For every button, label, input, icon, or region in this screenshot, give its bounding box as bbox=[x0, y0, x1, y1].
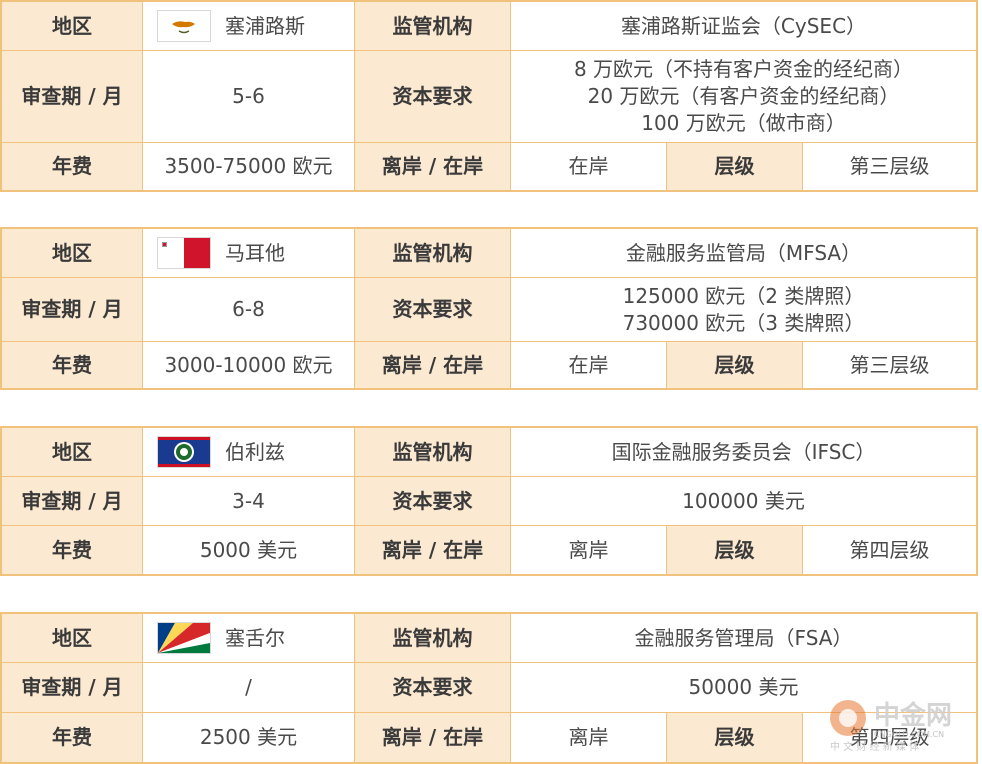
offshore-onshore-value: 离岸 bbox=[510, 526, 666, 574]
tier-label: 层级 bbox=[666, 526, 802, 574]
capital-label: 资本要求 bbox=[354, 477, 510, 525]
annual-fee-label: 年费 bbox=[2, 526, 142, 574]
cyprus-flag-icon bbox=[157, 10, 211, 42]
tier-label: 层级 bbox=[666, 143, 802, 190]
regulator-label: 监管机构 bbox=[354, 428, 510, 476]
capital-value: 100000 美元 bbox=[510, 477, 976, 525]
tier-value: 第四层级 bbox=[802, 526, 976, 574]
review-period-value: 3-4 bbox=[142, 477, 354, 525]
region-value: 马耳他 bbox=[142, 229, 354, 277]
annual-fee-label: 年费 bbox=[2, 713, 142, 762]
capital-label: 资本要求 bbox=[354, 278, 510, 341]
svg-text:CNGOLD.COM.CN: CNGOLD.COM.CN bbox=[874, 730, 944, 739]
regulator-value: 国际金融服务委员会（IFSC） bbox=[510, 428, 976, 476]
annual-fee-value: 5000 美元 bbox=[142, 526, 354, 574]
svg-text:中 文 财 经 新 媒 体: 中 文 财 经 新 媒 体 bbox=[830, 740, 919, 753]
capital-label: 资本要求 bbox=[354, 663, 510, 712]
region-label: 地区 bbox=[2, 614, 142, 662]
offshore-onshore-value: 离岸 bbox=[510, 713, 666, 762]
offshore-onshore-label: 离岸 / 在岸 bbox=[354, 526, 510, 574]
jurisdiction-table-belize: 地区 伯利兹 监管机构 国际金融服务委员会（IFSC） 审查期 / 月 3-4 … bbox=[0, 426, 978, 576]
region-label: 地区 bbox=[2, 2, 142, 50]
table-row-review: 审查期 / 月 5-6 资本要求 8 万欧元（不持有客户资金的经纪商） 20 万… bbox=[2, 50, 976, 142]
belize-flag-icon bbox=[157, 436, 211, 468]
annual-fee-label: 年费 bbox=[2, 143, 142, 190]
region-name: 伯利兹 bbox=[225, 439, 285, 464]
review-period-value: 5-6 bbox=[142, 51, 354, 142]
region-name: 塞舌尔 bbox=[225, 625, 285, 650]
tier-label: 层级 bbox=[666, 713, 802, 762]
table-row-fee: 年费 3500-75000 欧元 离岸 / 在岸 在岸 层级 第三层级 bbox=[2, 142, 976, 190]
tier-value: 第三层级 bbox=[802, 143, 976, 190]
offshore-onshore-label: 离岸 / 在岸 bbox=[354, 342, 510, 388]
capital-label: 资本要求 bbox=[354, 51, 510, 142]
table-row-review: 审查期 / 月 3-4 资本要求 100000 美元 bbox=[2, 476, 976, 525]
regulator-value: 金融服务监管局（MFSA） bbox=[510, 229, 976, 277]
table-row-region: 地区 马耳他 监管机构 金融服务监管局（MFSA） bbox=[2, 229, 976, 277]
offshore-onshore-value: 在岸 bbox=[510, 342, 666, 388]
review-period-value: / bbox=[142, 663, 354, 712]
jurisdiction-table-malta: 地区 马耳他 监管机构 金融服务监管局（MFSA） 审查期 / 月 6-8 资本… bbox=[0, 227, 978, 390]
svg-text:中金网: 中金网 bbox=[874, 700, 952, 731]
table-row-region: 地区 伯利兹 监管机构 国际金融服务委员会（IFSC） bbox=[2, 428, 976, 476]
capital-line: 100 万欧元（做市商） bbox=[641, 111, 846, 135]
review-period-label: 审查期 / 月 bbox=[2, 51, 142, 142]
regulator-label: 监管机构 bbox=[354, 229, 510, 277]
offshore-onshore-label: 离岸 / 在岸 bbox=[354, 143, 510, 190]
capital-line: 125000 欧元（2 类牌照） bbox=[622, 283, 865, 308]
table-row-region: 地区 塞浦路斯 监管机构 塞浦路斯证监会（CySEC） bbox=[2, 2, 976, 50]
tier-value: 第三层级 bbox=[802, 342, 976, 388]
offshore-onshore-label: 离岸 / 在岸 bbox=[354, 713, 510, 762]
annual-fee-value: 2500 美元 bbox=[142, 713, 354, 762]
annual-fee-value: 3000-10000 欧元 bbox=[142, 342, 354, 388]
offshore-onshore-value: 在岸 bbox=[510, 143, 666, 190]
region-label: 地区 bbox=[2, 428, 142, 476]
table-row-fee: 年费 5000 美元 离岸 / 在岸 离岸 层级 第四层级 bbox=[2, 525, 976, 574]
region-value: 塞浦路斯 bbox=[142, 2, 354, 50]
regulator-value: 塞浦路斯证监会（CySEC） bbox=[510, 2, 976, 50]
review-period-value: 6-8 bbox=[142, 278, 354, 341]
annual-fee-value: 3500-75000 欧元 bbox=[142, 143, 354, 190]
tier-label: 层级 bbox=[666, 342, 802, 388]
regulator-label: 监管机构 bbox=[354, 2, 510, 50]
regulator-value: 金融服务管理局（FSA） bbox=[510, 614, 976, 662]
jurisdiction-table-cyprus: 地区 塞浦路斯 监管机构 塞浦路斯证监会（CySEC） 审查期 / 月 5-6 … bbox=[0, 0, 978, 192]
review-period-label: 审查期 / 月 bbox=[2, 477, 142, 525]
review-period-label: 审查期 / 月 bbox=[2, 278, 142, 341]
malta-flag-icon bbox=[157, 237, 211, 269]
capital-line: 20 万欧元（有客户资金的经纪商） bbox=[587, 84, 900, 108]
regulator-label: 监管机构 bbox=[354, 614, 510, 662]
table-row-fee: 年费 3000-10000 欧元 离岸 / 在岸 在岸 层级 第三层级 bbox=[2, 341, 976, 388]
region-name: 塞浦路斯 bbox=[225, 13, 305, 38]
region-label: 地区 bbox=[2, 229, 142, 277]
seychelles-flag-icon bbox=[157, 622, 211, 654]
region-value: 塞舌尔 bbox=[142, 614, 354, 662]
cngold-logo-icon: 中金网 CNGOLD.COM.CN 中 文 财 经 新 媒 体 bbox=[826, 690, 976, 760]
capital-value: 8 万欧元（不持有客户资金的经纪商） 20 万欧元（有客户资金的经纪商） 100… bbox=[510, 51, 976, 142]
capital-line: 8 万欧元（不持有客户资金的经纪商） bbox=[573, 57, 914, 81]
region-name: 马耳他 bbox=[225, 240, 285, 265]
annual-fee-label: 年费 bbox=[2, 342, 142, 388]
capital-value: 125000 欧元（2 类牌照） 730000 欧元（3 类牌照） bbox=[510, 278, 976, 341]
table-row-region: 地区 塞舌尔 监管机构 金融服务管理局（FSA） bbox=[2, 614, 976, 662]
review-period-label: 审查期 / 月 bbox=[2, 663, 142, 712]
region-value: 伯利兹 bbox=[142, 428, 354, 476]
capital-line: 730000 欧元（3 类牌照） bbox=[622, 310, 865, 335]
table-row-review: 审查期 / 月 6-8 资本要求 125000 欧元（2 类牌照） 730000… bbox=[2, 277, 976, 341]
